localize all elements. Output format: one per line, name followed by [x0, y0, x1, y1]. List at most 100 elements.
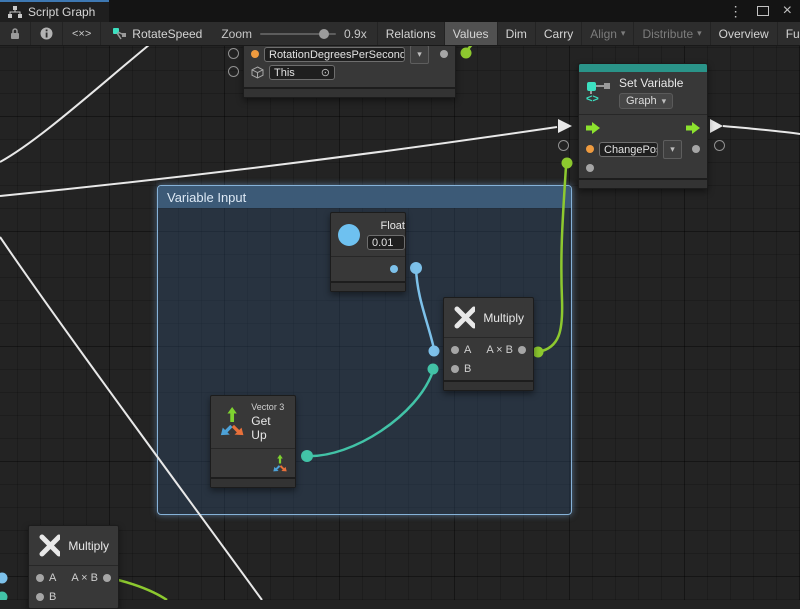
close-icon[interactable]: ×	[783, 3, 792, 19]
toolbar-button-values[interactable]: Values	[445, 22, 498, 45]
port-label-b: B	[464, 363, 471, 375]
toolbar-button-overview[interactable]: Overview	[711, 22, 778, 45]
variable-kind-bar	[579, 64, 707, 72]
input-port-b[interactable]	[451, 365, 459, 373]
wire-endpoint-blue[interactable]	[0, 573, 8, 584]
node-footer	[331, 281, 405, 291]
set-variable-icon: <>	[586, 81, 611, 104]
graph-icon	[113, 28, 126, 40]
wire-flow-out-of-setvariable	[723, 126, 800, 134]
output-port[interactable]	[692, 145, 700, 153]
set-variable-node[interactable]: <> Set Variable Graph ▾ ChangePos ▾	[578, 63, 708, 189]
output-port[interactable]	[440, 50, 448, 58]
flow-out-port[interactable]	[686, 122, 700, 134]
wire-arrowhead-out	[710, 119, 723, 133]
wire-endpoint-lime[interactable]	[562, 158, 573, 169]
group-title: Variable Input	[167, 190, 246, 205]
lock-icon	[9, 27, 21, 40]
output-port[interactable]	[103, 574, 111, 582]
toolbar-button-align[interactable]: Align ▾	[582, 22, 634, 45]
port-label-a: A	[464, 344, 471, 356]
node-footer	[211, 477, 295, 487]
wire-endpoint-lime[interactable]	[461, 48, 472, 59]
vector3-icon	[219, 405, 245, 439]
toolbar-button-relations[interactable]: Relations	[377, 22, 445, 45]
chevron-down-icon: ▾	[697, 28, 702, 39]
input-port[interactable]	[586, 164, 594, 172]
input-port-a[interactable]	[451, 346, 459, 354]
chevron-down-icon: ▾	[621, 28, 626, 39]
target-picker-icon[interactable]: ⊙	[321, 66, 330, 79]
empty-port[interactable]	[714, 140, 725, 151]
node-title: Multiply	[68, 539, 109, 553]
multiply-node-bottom[interactable]: Multiply A A × B B	[28, 525, 119, 609]
empty-port[interactable]	[558, 140, 569, 151]
value-port[interactable]	[251, 50, 259, 58]
menu-icon[interactable]: ⋮	[729, 4, 743, 18]
chevron-down-icon: ▾	[670, 144, 675, 155]
graph-toolbar: <×> RotateSpeed Zoom 0.9x Relations Valu…	[0, 22, 800, 46]
tab-title: Script Graph	[28, 5, 95, 19]
multiply-icon	[38, 533, 60, 558]
vector3-output-port[interactable]	[272, 454, 288, 473]
node-title: Set Variable	[619, 76, 683, 90]
target-field[interactable]: This ⊙	[269, 65, 335, 80]
wire-arrowhead-in	[558, 119, 572, 133]
empty-port[interactable]	[228, 48, 239, 59]
toolbar-button-distribute[interactable]: Distribute ▾	[634, 22, 710, 45]
toolbar-button-carry[interactable]: Carry	[536, 22, 582, 45]
zoom-slider-thumb[interactable]	[319, 29, 329, 39]
float-value-field[interactable]: 0.01	[367, 235, 405, 250]
value-port[interactable]	[586, 145, 594, 153]
zoom-slider[interactable]	[260, 33, 336, 35]
toolbar-button-fullscreen[interactable]: Full Screen	[778, 22, 800, 45]
graph-tab-icon	[8, 6, 22, 18]
cube-icon	[251, 66, 264, 79]
wire-flow-topleft	[0, 40, 155, 162]
get-variable-node[interactable]: RotationDegreesPerSecond ▾ This ⊙	[243, 40, 456, 98]
lock-button[interactable]	[0, 22, 31, 45]
toolbar-button-dim[interactable]: Dim	[498, 22, 536, 45]
flow-in-port[interactable]	[586, 122, 600, 134]
chevron-down-icon: ▾	[417, 49, 422, 60]
info-button[interactable]	[31, 22, 63, 45]
chevron-down-icon: ▾	[662, 96, 667, 107]
multiply-icon	[453, 305, 475, 330]
maximize-icon[interactable]	[757, 6, 769, 16]
float-node[interactable]: Float 0.01	[330, 212, 406, 292]
input-port-a[interactable]	[36, 574, 44, 582]
graph-name: RotateSpeed	[132, 27, 202, 41]
graph-name-label: RotateSpeed	[101, 22, 211, 45]
zoom-control: Zoom 0.9x	[211, 22, 376, 45]
variable-name-field[interactable]: RotationDegreesPerSecond	[264, 47, 405, 62]
group-header[interactable]: Variable Input	[158, 186, 571, 208]
node-footer	[244, 87, 455, 97]
output-port[interactable]	[390, 265, 398, 273]
multiply-node[interactable]: Multiply A A × B B	[443, 297, 534, 391]
variable-dropdown-button[interactable]: ▾	[410, 45, 429, 64]
graph-canvas[interactable]: Variable Input RotationDegr	[0, 0, 800, 600]
node-title: Multiply	[483, 311, 524, 325]
port-label-out: A × B	[486, 344, 513, 356]
float-icon	[338, 224, 360, 246]
wire-endpoint-teal[interactable]	[0, 592, 8, 601]
tab-script-graph[interactable]: Script Graph	[0, 0, 109, 22]
node-footer	[579, 178, 707, 188]
info-icon	[40, 27, 53, 40]
code-view-button[interactable]: <×>	[63, 22, 101, 45]
code-icon: <×>	[72, 28, 91, 40]
node-footer	[444, 380, 533, 390]
output-port[interactable]	[518, 346, 526, 354]
scope-dropdown[interactable]: Graph ▾	[619, 93, 673, 109]
scope-value: Graph	[626, 95, 657, 107]
tab-bar: Script Graph ⋮ ×	[0, 0, 800, 22]
empty-port[interactable]	[228, 66, 239, 77]
variable-dropdown-button[interactable]: ▾	[663, 140, 682, 159]
node-type-label: Vector 3	[251, 402, 287, 412]
get-up-node[interactable]: Vector 3 Get Up	[210, 395, 296, 488]
input-port-b[interactable]	[36, 593, 44, 601]
port-label-out: A × B	[71, 572, 98, 584]
zoom-label: Zoom	[221, 27, 252, 41]
node-title: Get Up	[251, 414, 287, 442]
variable-name-field[interactable]: ChangePos	[599, 142, 658, 157]
